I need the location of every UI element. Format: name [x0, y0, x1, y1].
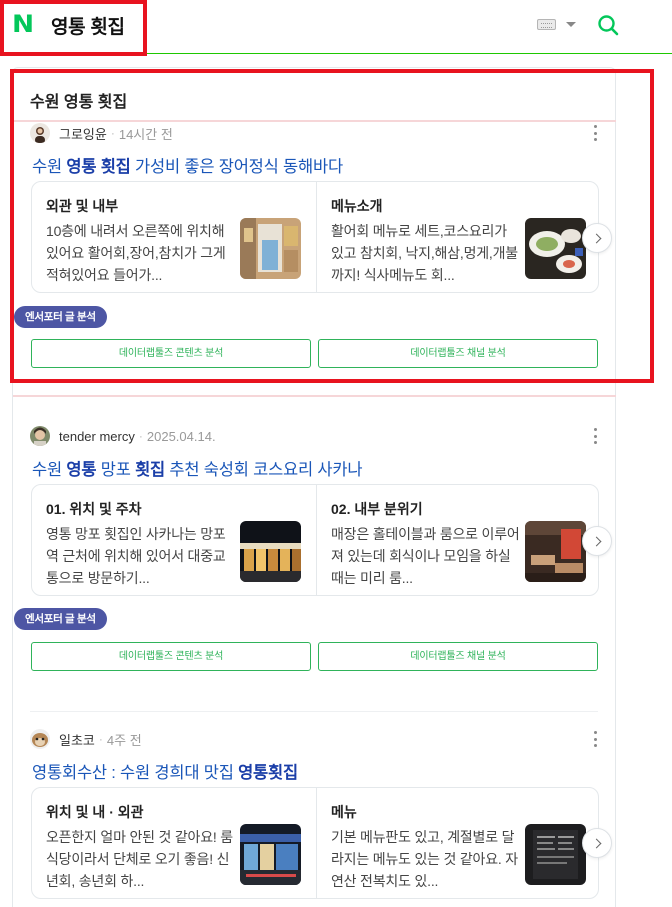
- post-title[interactable]: 영통회수산 : 수원 경희대 맛집 영통횟집: [32, 759, 298, 783]
- author-row: tender mercy · 2025.04.14.: [30, 424, 216, 448]
- card-text: 영통 망포 횟집인 사카나는 망포역 근처에 위치해 있어서 대중교통으로 방문…: [46, 526, 226, 586]
- content-card[interactable]: 메뉴소개 활어회 메뉴로 세트,코스요리가 있고 참치회, 낙지,해삼,멍게,개…: [316, 182, 598, 292]
- card-text: 활어회 메뉴로 세트,코스요리가 있고 참치회, 낙지,해삼,멍게,개불까지! …: [331, 223, 518, 283]
- content-analysis-button[interactable]: 데이터랩툴즈 콘텐츠 분석: [31, 339, 311, 368]
- separator-dot: ·: [138, 429, 143, 443]
- channel-analysis-button[interactable]: 데이터랩툴즈 채널 분석: [318, 642, 598, 671]
- card-thumbnail[interactable]: [240, 218, 301, 279]
- post-title[interactable]: 수원 영통 횟집 가성비 좋은 장어정식 동해바다: [32, 153, 343, 177]
- nsupporter-badge[interactable]: 엔서포터 글 분석: [14, 608, 107, 630]
- card-title: 01. 위치 및 주차: [46, 501, 142, 517]
- blog-post: 일초코 · 4주 전 영통회수산 : 수원 경희대 맛집 영통횟집 위치 및 내…: [30, 727, 612, 907]
- separator-dot: ·: [98, 732, 103, 746]
- card-title: 메뉴소개: [331, 198, 383, 214]
- content-card[interactable]: 외관 및 내부 10층에 내려서 오른쪽에 위치해있어요 활어회,장어,참치가 …: [32, 182, 316, 292]
- more-options-icon[interactable]: [594, 428, 598, 444]
- naver-logo-icon[interactable]: N: [12, 12, 35, 36]
- search-header: N 영통 횟집: [0, 0, 672, 54]
- content-cards: 01. 위치 및 주차 영통 망포 횟집인 사카나는 망포역 근처에 위치해 있…: [31, 484, 599, 596]
- content-cards: 위치 및 내 · 외관 오픈한지 얼마 안된 것 같아요! 룸식당이라서 단체로…: [31, 787, 599, 899]
- post-time: 2025.04.14.: [146, 428, 216, 444]
- blog-post: 그로잉윤 · 14시간 전 수원 영통 횟집 가성비 좋은 장어정식 동해바다 …: [14, 121, 612, 371]
- search-icon[interactable]: [597, 14, 619, 36]
- more-options-icon[interactable]: [594, 731, 598, 747]
- card-text: 10층에 내려서 오른쪽에 위치해있어요 활어회,장어,참치가 그게 적혀있어요…: [46, 223, 226, 283]
- chevron-down-icon[interactable]: [566, 22, 576, 27]
- card-thumbnail[interactable]: [525, 218, 586, 279]
- card-thumbnail[interactable]: [525, 824, 586, 885]
- section-title: 수원 영통 횟집: [30, 94, 128, 111]
- author-row: 일초코 · 4주 전: [30, 727, 142, 751]
- content-card[interactable]: 02. 내부 분위기 매장은 홀테이블과 룸으로 이루어져 있는데 회식이나 모…: [316, 485, 598, 595]
- card-title: 위치 및 내 · 외관: [46, 804, 144, 820]
- author-row: 그로잉윤 · 14시간 전: [30, 121, 173, 145]
- channel-analysis-button[interactable]: 데이터랩툴즈 채널 분석: [318, 339, 598, 368]
- divider: [13, 395, 616, 397]
- avatar[interactable]: [30, 729, 50, 749]
- content-card[interactable]: 01. 위치 및 주차 영통 망포 횟집인 사카나는 망포역 근처에 위치해 있…: [32, 485, 316, 595]
- post-time: 4주 전: [106, 732, 142, 748]
- nsupporter-badge[interactable]: 엔서포터 글 분석: [14, 306, 107, 328]
- card-text: 매장은 홀테이블과 룸으로 이루어져 있는데 회식이나 모임을 하실 때는 미리…: [331, 526, 520, 586]
- card-thumbnail[interactable]: [240, 521, 301, 582]
- post-title[interactable]: 수원 영통 망포 횟집 추천 숙성회 코스요리 사카나: [32, 456, 363, 480]
- content-analysis-button[interactable]: 데이터랩툴즈 콘텐츠 분석: [31, 642, 311, 671]
- blog-post: tender mercy · 2025.04.14. 수원 영통 망포 횟집 추…: [14, 424, 612, 674]
- next-arrow-button[interactable]: [582, 223, 612, 253]
- next-arrow-button[interactable]: [582, 526, 612, 556]
- keyboard-icon[interactable]: [537, 19, 556, 30]
- card-title: 02. 내부 분위기: [331, 501, 423, 517]
- next-arrow-button[interactable]: [582, 828, 612, 858]
- author-name[interactable]: 그로잉윤: [59, 124, 107, 143]
- card-thumbnail[interactable]: [525, 521, 586, 582]
- more-options-icon[interactable]: [594, 125, 598, 141]
- content-card[interactable]: 메뉴 기본 메뉴판도 있고, 계절별로 달라지는 메뉴도 있는 것 같아요. 자…: [316, 788, 598, 898]
- avatar[interactable]: [30, 426, 50, 446]
- content-card[interactable]: 위치 및 내 · 외관 오픈한지 얼마 안된 것 같아요! 룸식당이라서 단체로…: [32, 788, 316, 898]
- search-query[interactable]: 영통 횟집: [51, 12, 125, 39]
- author-name[interactable]: tender mercy: [59, 429, 135, 444]
- card-title: 메뉴: [331, 804, 357, 820]
- divider: [30, 711, 598, 712]
- content-cards: 외관 및 내부 10층에 내려서 오른쪽에 위치해있어요 활어회,장어,참치가 …: [31, 181, 599, 293]
- card-thumbnail[interactable]: [240, 824, 301, 885]
- card-text: 오픈한지 얼마 안된 것 같아요! 룸식당이라서 단체로 오기 좋음! 신년회,…: [46, 829, 233, 889]
- author-name[interactable]: 일초코: [59, 730, 95, 749]
- post-time: 14시간 전: [118, 126, 173, 142]
- avatar[interactable]: [30, 123, 50, 143]
- card-text: 기본 메뉴판도 있고, 계절별로 달라지는 메뉴도 있는 것 같아요. 자연산 …: [331, 829, 518, 889]
- card-title: 외관 및 내부: [46, 198, 119, 214]
- separator-dot: ·: [110, 126, 115, 140]
